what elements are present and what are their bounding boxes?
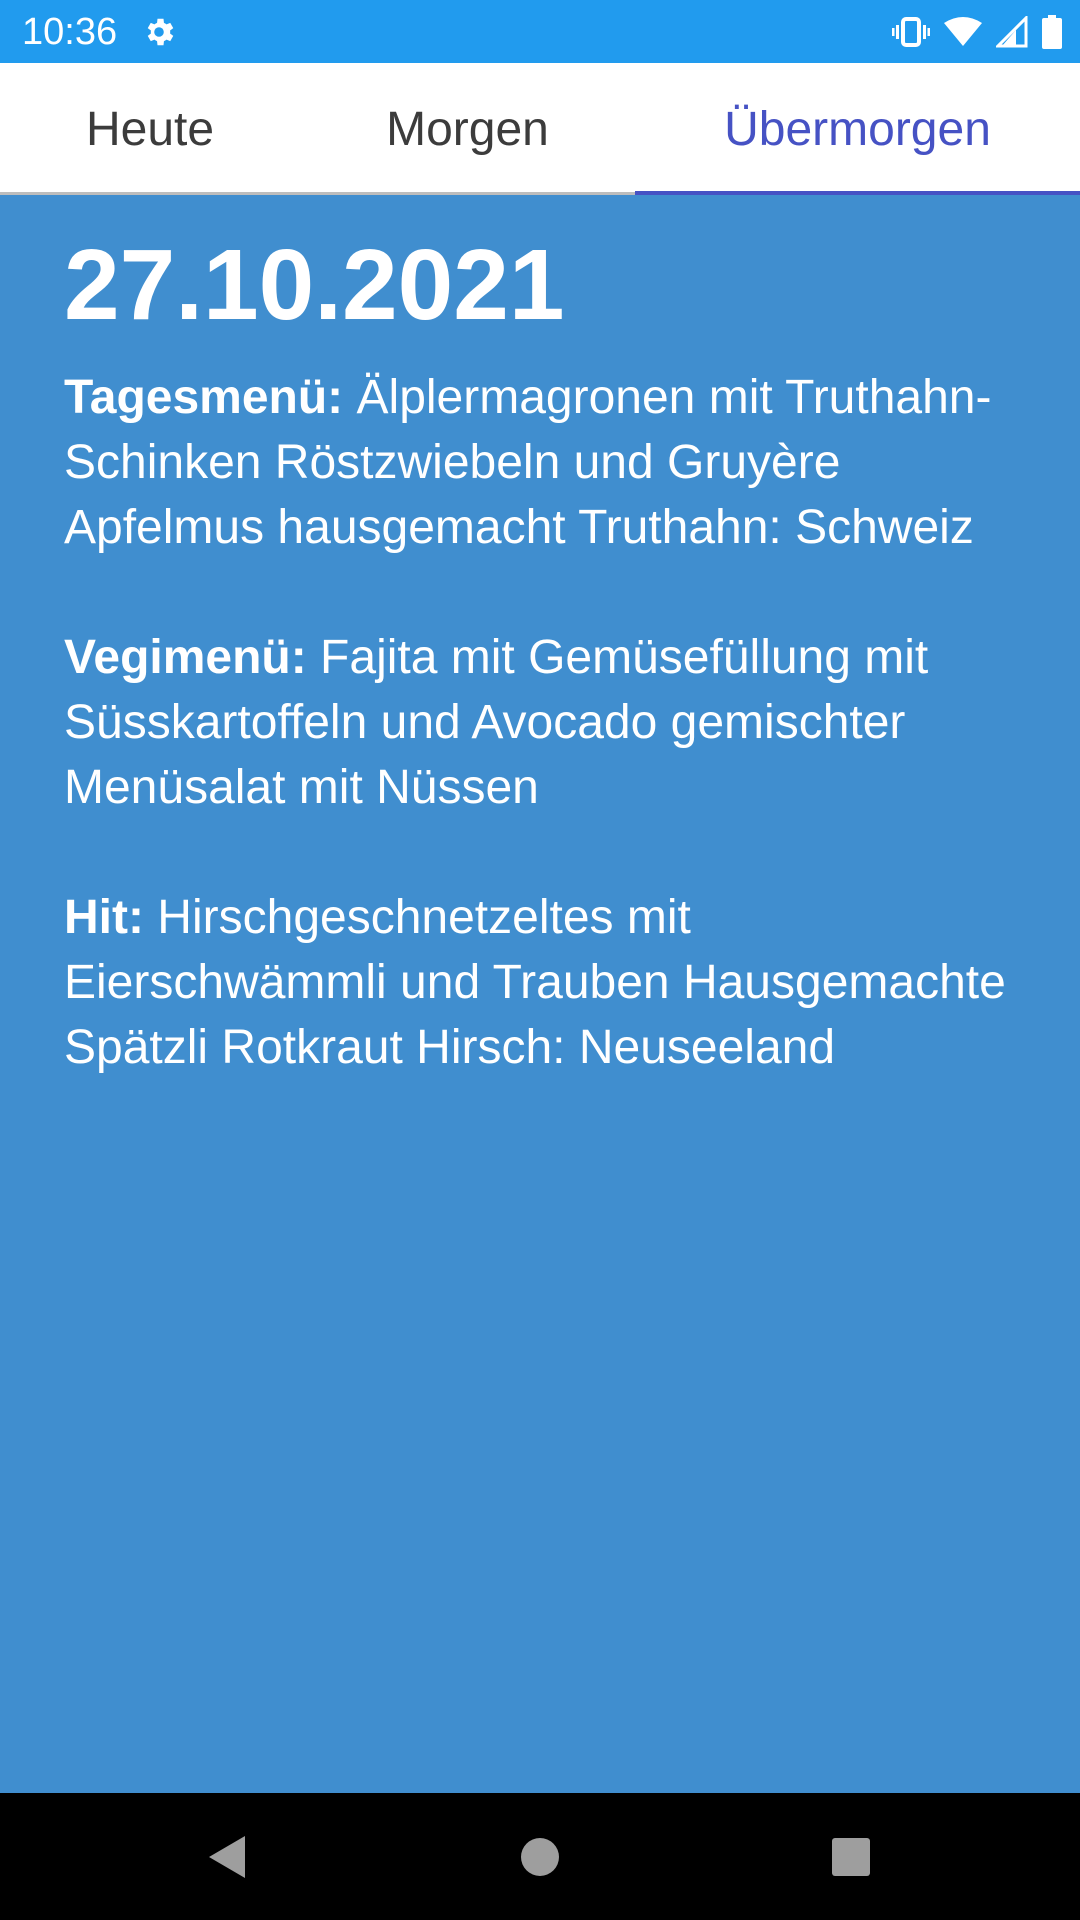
home-icon	[521, 1837, 559, 1876]
navigation-bar	[0, 1793, 1080, 1920]
menu-item-hit: Hit: Hirschgeschnetzeltes mit Eierschwäm…	[64, 885, 1024, 1080]
battery-icon	[1042, 15, 1062, 49]
menu-label: Hit:	[64, 891, 144, 944]
tab-uebermorgen[interactable]: Übermorgen	[635, 63, 1080, 195]
tab-bar: Heute Morgen Übermorgen	[0, 63, 1080, 195]
menu-label: Vegimenü:	[64, 631, 307, 684]
vibrate-icon	[892, 17, 930, 47]
menu-label: Tagesmenü:	[64, 371, 344, 424]
tab-heute[interactable]: Heute	[0, 63, 300, 195]
cell-signal-icon	[996, 16, 1028, 48]
home-button[interactable]	[470, 1793, 610, 1920]
status-icons	[892, 12, 1062, 52]
menu-date: 27.10.2021	[64, 229, 565, 341]
menu-item-tagesmenu: Tagesmenü: Älplermagronen mit Truthahn-S…	[64, 365, 1024, 560]
app-screen: 10:36 Heute Morgen Übermorgen 27.10.2021…	[0, 0, 1080, 1920]
tab-morgen[interactable]: Morgen	[300, 63, 635, 195]
menu-description: Hirschgeschnetzeltes mit Eierschwämmli u…	[64, 891, 1006, 1074]
wifi-icon	[944, 17, 982, 47]
back-icon	[209, 1835, 245, 1878]
settings-gear-icon	[141, 14, 177, 50]
back-button[interactable]	[157, 1793, 297, 1920]
status-bar: 10:36	[0, 0, 1080, 63]
recents-icon	[832, 1837, 870, 1876]
tab-selected-indicator	[635, 191, 1080, 195]
menu-item-vegimenu: Vegimenü: Fajita mit Gemüsefüllung mit S…	[64, 625, 1024, 820]
menu-content: 27.10.2021 Tagesmenü: Älplermagronen mit…	[64, 215, 1024, 1080]
recents-button[interactable]	[781, 1793, 921, 1920]
status-time: 10:36	[22, 11, 118, 53]
